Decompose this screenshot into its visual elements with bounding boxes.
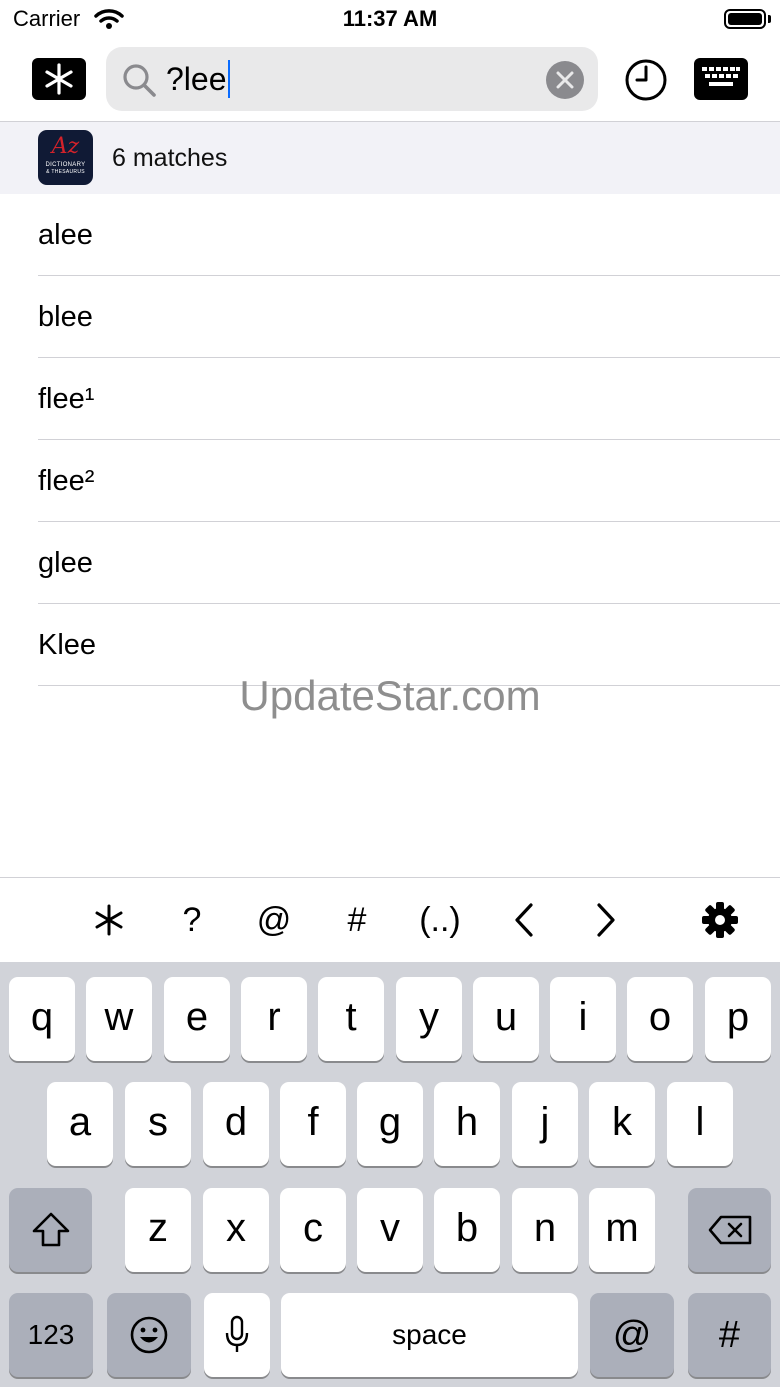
key-r[interactable]: r (241, 977, 307, 1061)
key-a[interactable]: a (47, 1082, 113, 1166)
list-item[interactable]: glee (0, 522, 780, 604)
space-key[interactable]: space (281, 1293, 578, 1377)
list-item[interactable]: flee¹ (0, 358, 780, 440)
keyboard: q w e r t y u i o p a s d f g h j k l z … (0, 962, 780, 1387)
app-logo: Az DICTIONARY & THESAURUS (38, 130, 93, 185)
cursor-right-button[interactable] (576, 896, 636, 944)
app-logo-line2: & THESAURUS (46, 169, 85, 175)
accessory-key-at[interactable]: @ (244, 896, 304, 944)
emoji-icon (130, 1316, 168, 1354)
list-item[interactable]: blee (0, 276, 780, 358)
emoji-key[interactable] (107, 1293, 191, 1377)
list-item-word: alee (38, 219, 93, 251)
at-key[interactable]: @ (590, 1293, 674, 1377)
key-s[interactable]: s (125, 1082, 191, 1166)
key-z[interactable]: z (125, 1188, 191, 1272)
key-v[interactable]: v (357, 1188, 423, 1272)
list-item[interactable]: flee² (0, 440, 780, 522)
key-c[interactable]: c (280, 1188, 346, 1272)
search-query: ?lee (166, 61, 227, 97)
key-e[interactable]: e (164, 977, 230, 1061)
results-header: Az DICTIONARY & THESAURUS 6 matches (0, 122, 780, 194)
backspace-icon (708, 1215, 751, 1245)
asterisk-icon (95, 904, 123, 936)
key-p[interactable]: p (705, 977, 771, 1061)
text-caret (227, 60, 230, 98)
watermark: UpdateStar.com (239, 672, 541, 719)
key-b[interactable]: b (434, 1188, 500, 1272)
history-button[interactable] (624, 58, 668, 102)
key-y[interactable]: y (396, 977, 462, 1061)
match-count: 6 matches (112, 144, 228, 172)
numbers-key[interactable]: 123 (9, 1293, 93, 1377)
search-input[interactable]: ?lee (166, 59, 230, 99)
key-g[interactable]: g (357, 1082, 423, 1166)
list-item-word: Klee (38, 629, 97, 661)
clear-search-button[interactable] (546, 61, 584, 99)
key-q[interactable]: q (9, 977, 75, 1061)
chevron-right-icon (597, 903, 615, 937)
dictation-key[interactable] (204, 1293, 270, 1377)
keyboard-icon (702, 67, 740, 86)
list-item-word: blee (38, 301, 93, 333)
keyboard-toggle-button[interactable] (694, 58, 748, 100)
key-d[interactable]: d (203, 1082, 269, 1166)
key-w[interactable]: w (86, 977, 152, 1061)
gear-icon (702, 902, 738, 938)
accessory-key-asterisk[interactable] (79, 896, 139, 944)
asterisk-icon (45, 63, 73, 95)
list-item[interactable]: alee (0, 194, 780, 276)
microphone-icon (225, 1315, 249, 1352)
clock-icon (625, 59, 667, 101)
app-logo-mark: Az (51, 134, 80, 159)
search-field[interactable]: ?lee (106, 47, 598, 111)
clear-icon (556, 71, 574, 89)
accessory-key-question[interactable]: ? (162, 896, 222, 944)
status-bar: Carrier 11:37 AM (0, 0, 780, 40)
clock-time: 11:37 AM (342, 6, 438, 31)
wildcard-button[interactable] (32, 58, 86, 100)
key-i[interactable]: i (550, 977, 616, 1061)
key-h[interactable]: h (434, 1082, 500, 1166)
chevron-left-icon (515, 903, 533, 937)
key-f[interactable]: f (280, 1082, 346, 1166)
app-logo-line1: DICTIONARY (45, 162, 86, 168)
key-l[interactable]: l (667, 1082, 733, 1166)
key-k[interactable]: k (589, 1082, 655, 1166)
key-t[interactable]: t (318, 977, 384, 1061)
key-n[interactable]: n (512, 1188, 578, 1272)
delete-key[interactable] (688, 1188, 771, 1272)
shift-icon (32, 1212, 69, 1247)
settings-button[interactable] (690, 896, 750, 944)
battery-icon (724, 9, 766, 29)
key-x[interactable]: x (203, 1188, 269, 1272)
hash-key[interactable]: # (688, 1293, 771, 1377)
accessory-key-hash[interactable]: # (327, 896, 387, 944)
battery-tip (768, 15, 771, 23)
accessory-key-parens[interactable]: (..) (410, 896, 470, 944)
cursor-left-button[interactable] (494, 896, 554, 944)
list-item-word: flee² (38, 465, 95, 497)
list-item-word: flee¹ (38, 383, 95, 415)
accessory-bar: ? @ # (..) (0, 878, 780, 962)
key-m[interactable]: m (589, 1188, 655, 1272)
key-j[interactable]: j (512, 1082, 578, 1166)
list-item-word: glee (38, 547, 93, 579)
search-icon (122, 63, 158, 104)
shift-key[interactable] (9, 1188, 92, 1272)
key-o[interactable]: o (627, 977, 693, 1061)
key-u[interactable]: u (473, 977, 539, 1061)
